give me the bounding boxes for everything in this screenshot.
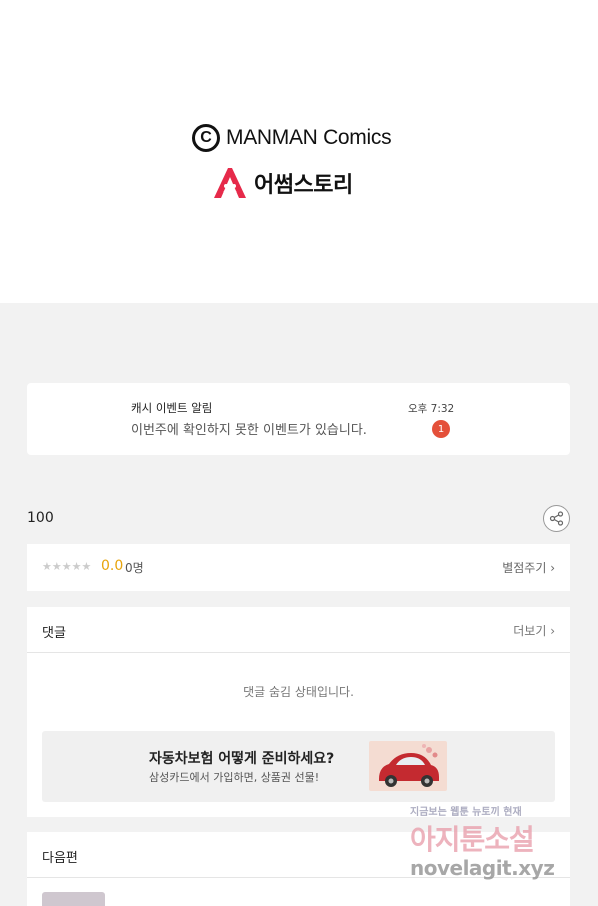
episode-cover: C MANMAN Comics 어썸스토리 [0, 0, 598, 303]
ad-car-image [369, 741, 447, 791]
next-episode-thumbnail[interactable] [42, 892, 105, 906]
share-button[interactable] [543, 505, 570, 532]
star-rating-icon: ★★★★★ [42, 560, 92, 573]
site-watermark: 지금보는 웹툰 뉴토끼 현재 아지툰소설 novelagit.xyz [410, 803, 578, 887]
comments-more-button[interactable]: 더보기 › [513, 622, 555, 639]
notification-message: 이번주에 확인하지 못한 이벤트가 있습니다. [131, 423, 367, 438]
awesome-story-a-icon [214, 168, 246, 198]
copyright-icon: C [192, 124, 220, 152]
red-car-icon [379, 744, 439, 787]
divider [27, 652, 570, 653]
ad-title: 자동차보험 어떻게 준비하세요? [149, 751, 335, 767]
manman-comics-logo: C MANMAN Comics [192, 124, 392, 152]
comments-section: 댓글 더보기 › 댓글 숨김 상태입니다. 자동차보험 어떻게 준비하세요? 삼… [27, 607, 570, 817]
share-icon [549, 511, 564, 526]
notification-title: 캐시 이벤트 알림 [131, 401, 213, 415]
studio-name: 어썸스토리 [254, 173, 353, 198]
ad-banner[interactable]: 자동차보험 어떻게 준비하세요? 삼성카드에서 가입하면, 상품권 선물! [42, 731, 555, 802]
watermark-mid: 아지툰소설 [410, 823, 535, 856]
ad-subtitle: 삼성카드에서 가입하면, 상품권 선물! [149, 771, 320, 784]
notification-time: 오후 7:32 [408, 403, 455, 415]
notification-badge: 1 [432, 420, 450, 438]
next-episode-title: 다음편 [42, 851, 78, 866]
comments-title: 댓글 [42, 626, 66, 641]
rating-bar: ★★★★★ 0.0 0명 별점주기 › [27, 544, 570, 591]
rating-score: 0.0 [101, 558, 124, 574]
publisher-name: MANMAN Comics [226, 126, 392, 149]
rate-button[interactable]: 별점주기 › [502, 559, 555, 576]
event-notification[interactable]: 캐시 이벤트 알림 이번주에 확인하지 못한 이벤트가 있습니다. 오후 7:3… [27, 383, 570, 455]
rating-count: 0명 [125, 561, 144, 575]
comments-hidden-message: 댓글 숨김 상태입니다. [243, 685, 354, 699]
next-episode-label[interactable]: ... [115, 900, 126, 906]
awesome-story-logo: 어썸스토리 [210, 166, 353, 200]
watermark-top: 지금보는 웹툰 뉴토끼 현재 [410, 807, 522, 818]
watermark-bottom: novelagit.xyz [410, 856, 555, 880]
episode-number: 100 [27, 510, 54, 526]
